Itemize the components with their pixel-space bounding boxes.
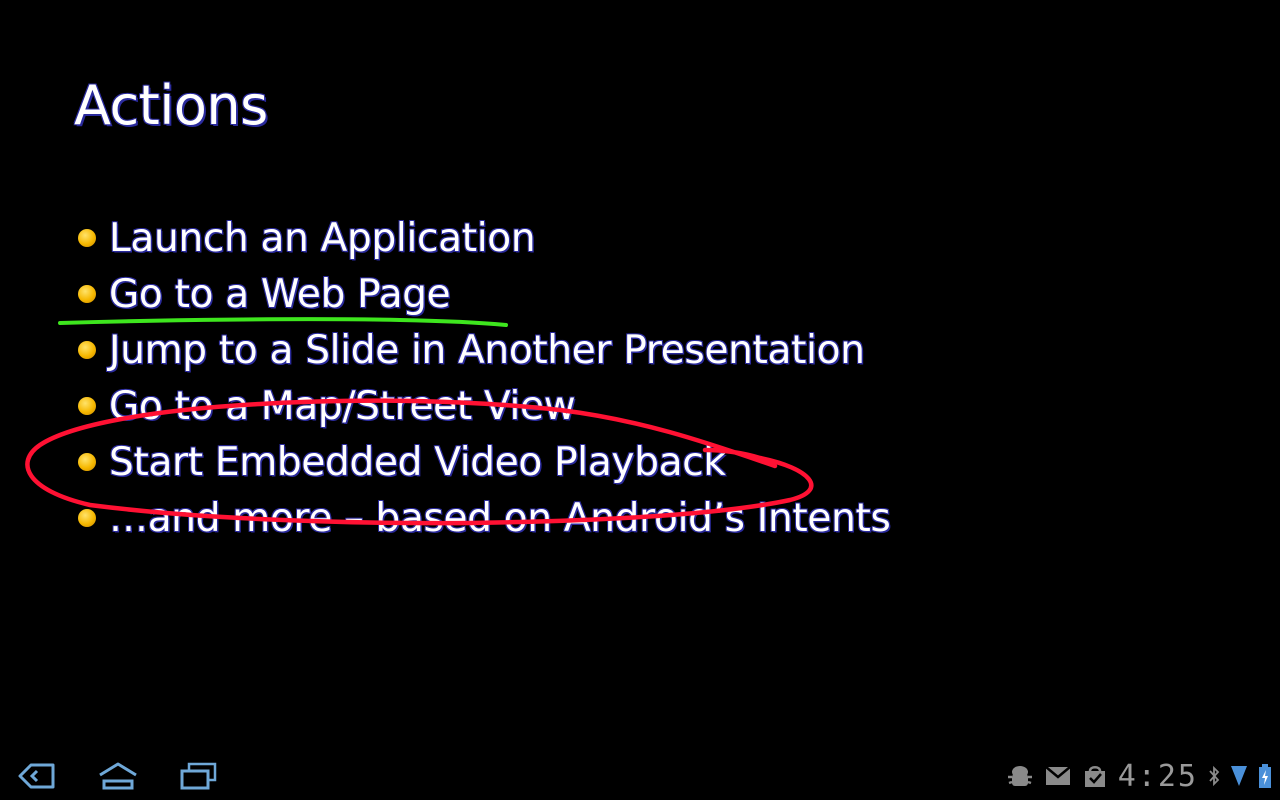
bullet-item-jump-slide[interactable]: Jump to a Slide in Another Presentation	[78, 322, 891, 378]
bullet-dot-icon	[78, 509, 96, 527]
battery-charging-icon	[1258, 763, 1272, 789]
bullet-list: Launch an Application Go to a Web Page J…	[78, 210, 891, 546]
android-debug-icon	[1006, 763, 1034, 789]
status-area[interactable]: 4:25	[1006, 752, 1272, 800]
bullet-dot-icon	[78, 285, 96, 303]
system-bar: 4:25	[0, 752, 1280, 800]
bullet-dot-icon	[78, 229, 96, 247]
bullet-dot-icon	[78, 397, 96, 415]
bullet-text: Launch an Application	[109, 215, 536, 261]
clock: 4:25	[1117, 758, 1198, 794]
bullet-item-embedded-video[interactable]: Start Embedded Video Playback	[78, 434, 891, 490]
bullet-text: …and more – based on Android’s Intents	[109, 495, 891, 541]
bullet-text: Go to a Web Page	[109, 271, 451, 317]
gmail-icon	[1044, 765, 1072, 787]
bullet-text: Start Embedded Video Playback	[109, 439, 726, 485]
recent-apps-button[interactable]	[168, 756, 228, 796]
bullet-item-and-more[interactable]: …and more – based on Android’s Intents	[78, 490, 891, 546]
bullet-text: Jump to a Slide in Another Presentation	[109, 327, 865, 373]
bullet-dot-icon	[78, 453, 96, 471]
bullet-item-web-page[interactable]: Go to a Web Page	[78, 266, 891, 322]
recent-apps-icon	[180, 762, 217, 790]
bullet-text: Go to a Map/Street View	[109, 383, 576, 429]
slide-screen: Actions Launch an Application Go to a We…	[0, 0, 1280, 800]
back-button[interactable]	[8, 756, 68, 796]
back-icon	[18, 763, 55, 789]
slide-title: Actions	[74, 74, 268, 137]
bluetooth-icon	[1208, 765, 1220, 787]
market-download-icon	[1082, 763, 1108, 789]
home-icon	[99, 762, 137, 790]
bullet-item-launch-application[interactable]: Launch an Application	[78, 210, 891, 266]
bullet-item-map-street-view[interactable]: Go to a Map/Street View	[78, 378, 891, 434]
bullet-dot-icon	[78, 341, 96, 359]
wifi-signal-icon	[1230, 764, 1248, 788]
home-button[interactable]	[88, 756, 148, 796]
